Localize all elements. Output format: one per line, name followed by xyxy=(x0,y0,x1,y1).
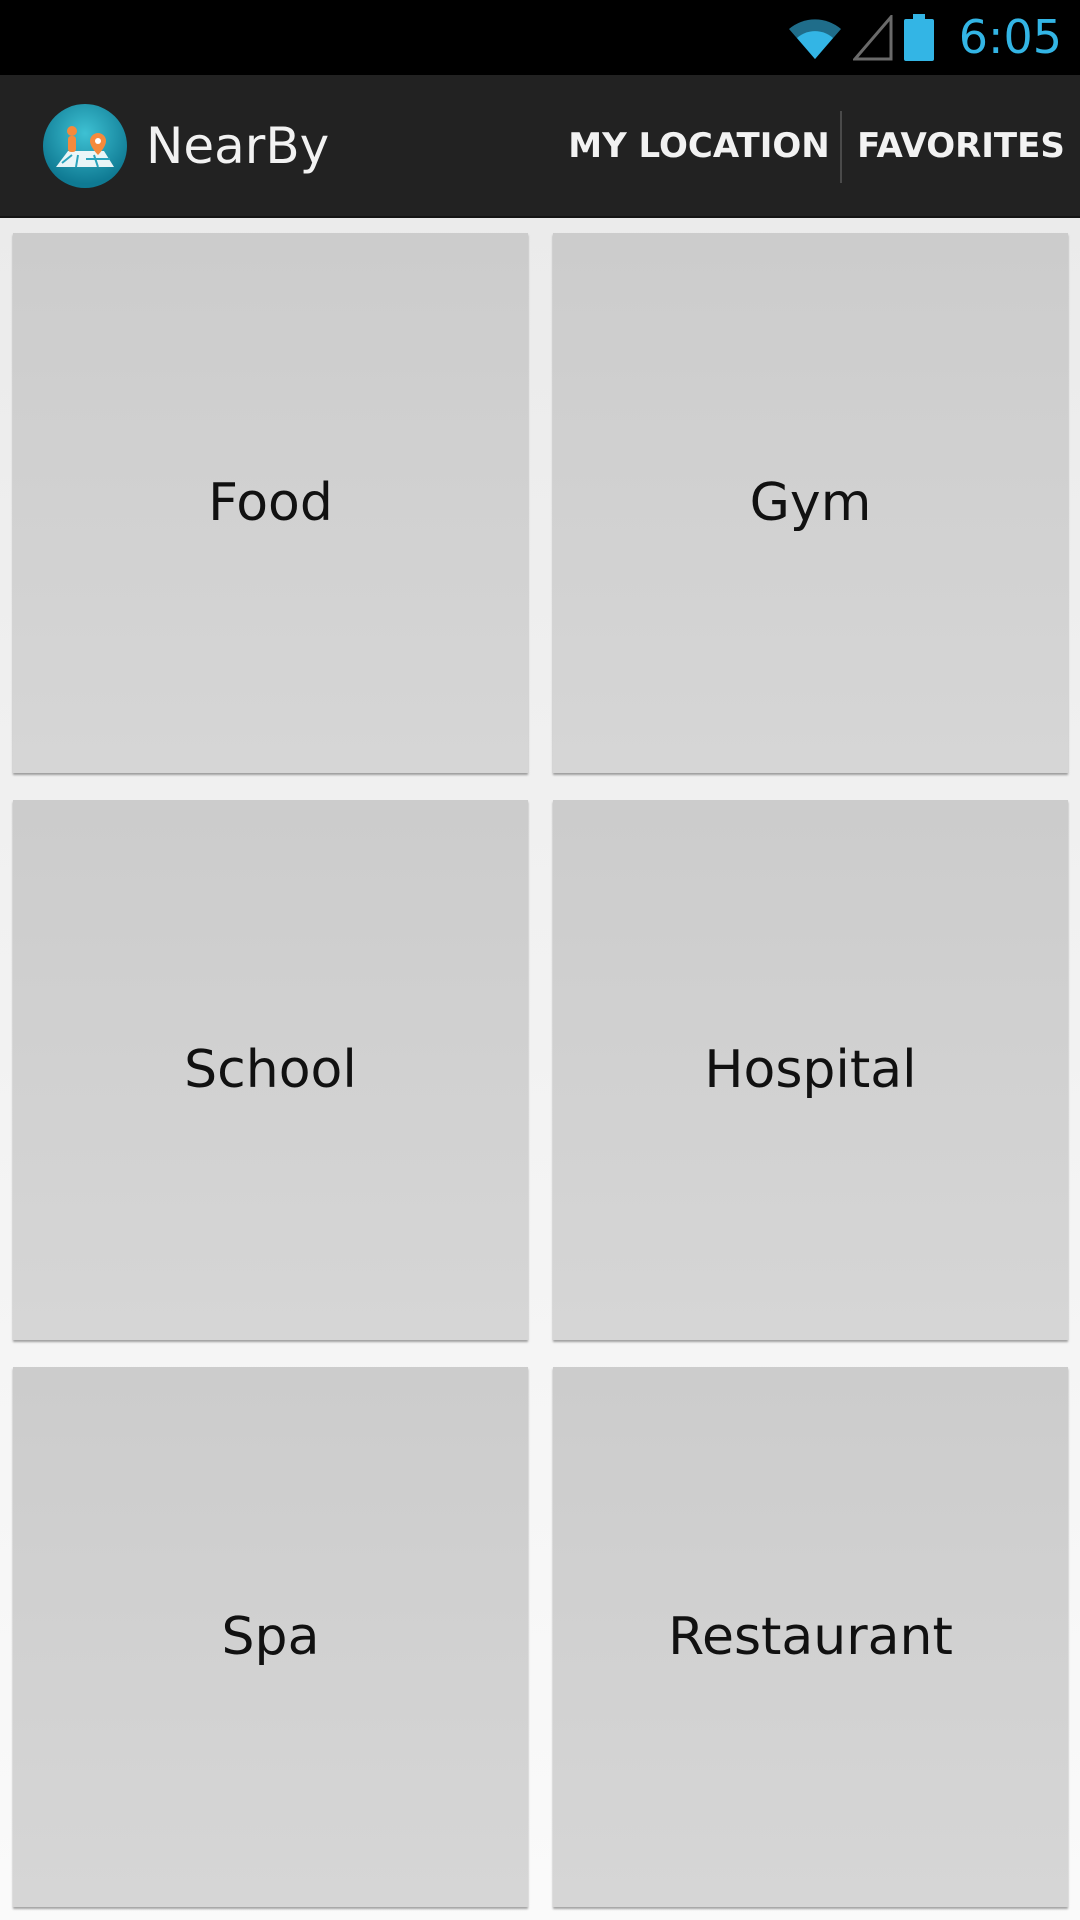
nearby-map-logo-icon[interactable] xyxy=(42,103,128,189)
category-label: School xyxy=(184,1040,357,1100)
wifi-icon xyxy=(787,15,843,61)
category-label: Restaurant xyxy=(668,1607,953,1667)
category-label: Gym xyxy=(749,473,872,533)
category-grid: Food Gym School Hospital Spa Restaurant xyxy=(0,218,1080,1920)
category-tile-hospital[interactable]: Hospital xyxy=(553,800,1068,1340)
status-bar: 6:05 xyxy=(0,0,1080,75)
category-tile-restaurant[interactable]: Restaurant xyxy=(553,1367,1068,1907)
battery-icon xyxy=(903,13,935,62)
my-location-button[interactable]: MY LOCATION xyxy=(566,75,832,218)
category-tile-gym[interactable]: Gym xyxy=(553,233,1068,773)
status-icons: 6:05 xyxy=(787,0,1062,75)
favorites-button[interactable]: FAVORITES xyxy=(850,75,1072,218)
status-clock: 6:05 xyxy=(958,10,1062,64)
category-tile-food[interactable]: Food xyxy=(13,233,528,773)
action-divider xyxy=(840,111,842,183)
action-bar: NearBy MY LOCATION FAVORITES xyxy=(0,75,1080,218)
category-label: Hospital xyxy=(704,1040,917,1100)
category-label: Spa xyxy=(221,1607,320,1667)
category-tile-school[interactable]: School xyxy=(13,800,528,1340)
category-label: Food xyxy=(208,473,333,533)
app-title: NearBy xyxy=(146,117,330,175)
category-tile-spa[interactable]: Spa xyxy=(13,1367,528,1907)
cell-signal-icon xyxy=(852,14,893,61)
